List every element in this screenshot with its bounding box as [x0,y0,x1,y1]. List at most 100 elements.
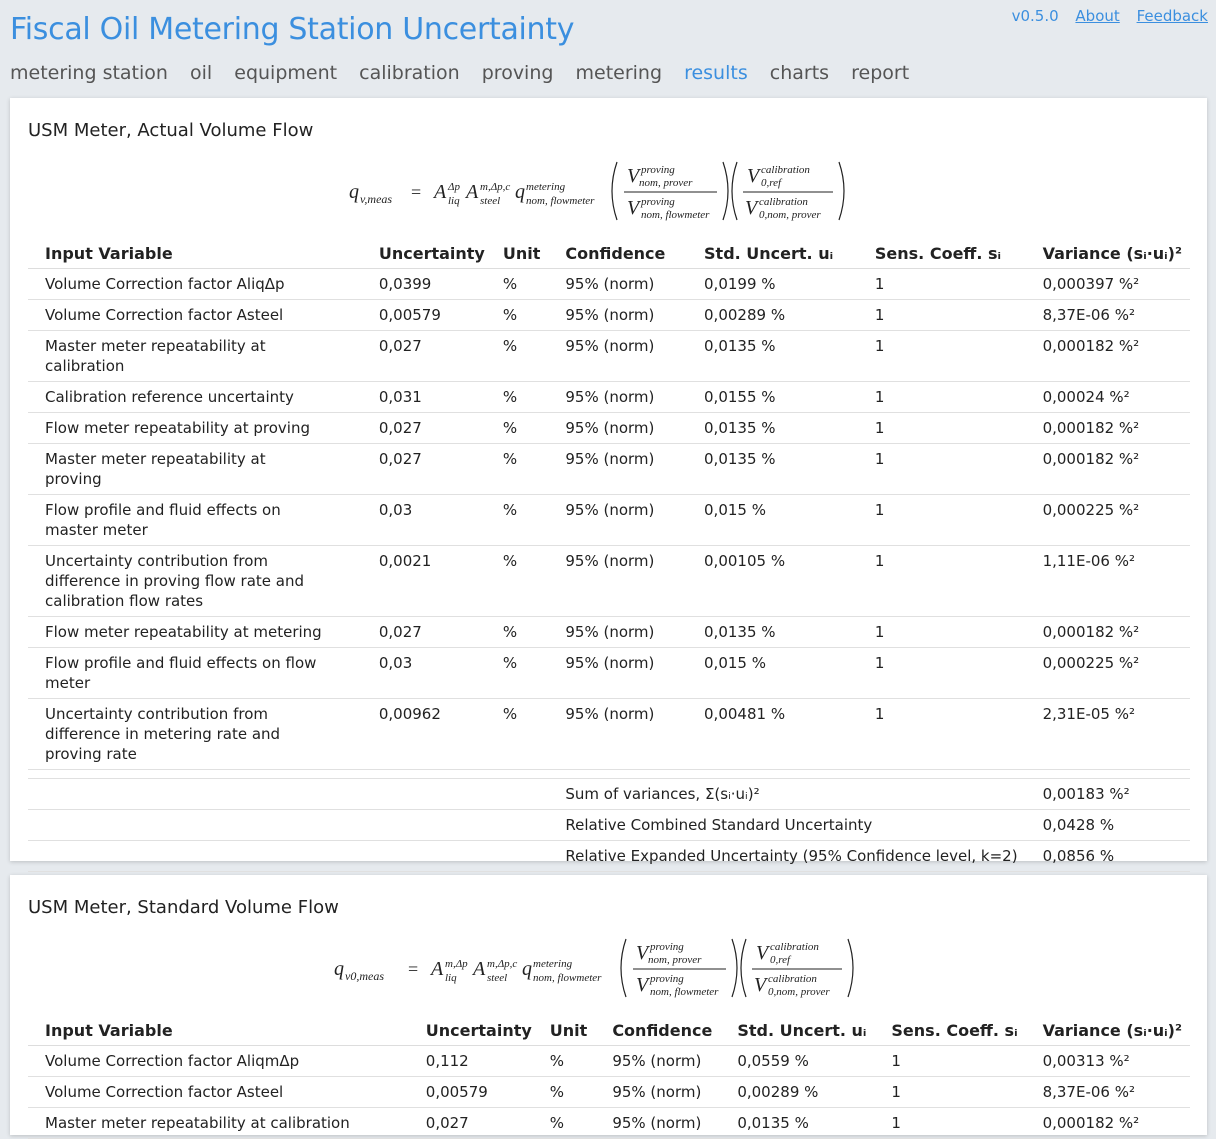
col-unit: Unit [539,1015,596,1046]
cell-uncertainty: 0,031 [361,381,493,413]
cell-sens-coeff: 1 [857,330,1026,382]
col-confidence: Confidence [548,238,688,269]
table-header-row: Input Variable Uncertainty Unit Confiden… [28,238,1190,269]
svg-text:0,ref: 0,ref [761,177,783,189]
cell-confidence: 95% (norm) [548,545,688,617]
svg-text:metering: metering [533,958,573,970]
table-row: Volume Correction factor AliqmΔp 0,112% 95… [28,1045,1190,1077]
cell-std-uncert: 0,015 % [687,494,858,546]
cell-unit: % [492,299,549,331]
cell-uncertainty: 0,027 [361,412,493,444]
svg-text:q: q [515,181,525,203]
svg-text:metering: metering [526,181,566,193]
cell-sens-coeff: 1 [857,412,1026,444]
svg-text:Δp: Δp [447,181,460,193]
col-unit: Unit [492,238,549,269]
cell-sens-coeff: 1 [874,1076,1026,1108]
summary-label: Relative Expanded Uncertainty (95% Confi… [548,840,1026,872]
nav-charts[interactable]: charts [770,62,829,84]
main-nav: metering station oil equipment calibrati… [10,62,925,84]
cell-uncertainty: 0,027 [361,443,493,495]
cell-input-variable: Flow profile and fluid effects on master… [28,494,362,546]
svg-text:proving: proving [649,973,684,985]
svg-text:calibration: calibration [770,941,819,953]
cell-input-variable: Flow meter repeatability at proving [28,412,362,444]
svg-text:=: = [411,182,421,202]
table-row: Master meter repeatability at proving 0,0… [28,443,1190,495]
svg-text:V: V [636,974,651,996]
col-std-uncert: Std. Uncert. uᵢ [687,238,858,269]
cell-input-variable: Calibration reference uncertainty [28,381,362,413]
cell-unit: % [492,494,549,546]
table-spacer [28,769,1190,779]
nav-results[interactable]: results [684,62,748,84]
nav-report[interactable]: report [851,62,909,84]
cell-confidence: 95% (norm) [595,1107,721,1139]
col-variance: Variance (sᵢ·uᵢ)² [1025,1015,1190,1046]
nav-oil[interactable]: oil [190,62,212,84]
cell-uncertainty: 0,027 [361,616,493,648]
cell-sens-coeff: 1 [857,381,1026,413]
about-link[interactable]: About [1075,7,1119,25]
col-uncertainty: Uncertainty [408,1015,540,1046]
nav-proving[interactable]: proving [482,62,554,84]
cell-input-variable: Master meter repeatability at proving [28,443,362,495]
cell-variance: 0,000182 %² [1025,1107,1190,1139]
top-links: v0.5.0 About Feedback [1000,7,1208,25]
col-sens-coeff: Sens. Coeff. sᵢ [874,1015,1026,1046]
svg-text:liq: liq [448,195,460,207]
summary-row: Relative Combined Standard Uncertainty 0,… [28,809,1190,841]
cell-input-variable: Volume Correction factor Asteel [28,299,362,331]
col-std-uncert: Std. Uncert. uᵢ [720,1015,875,1046]
cell-variance: 0,000397 %² [1025,268,1190,300]
cell-uncertainty: 0,0021 [361,545,493,617]
svg-text:m,Δp,c: m,Δp,c [487,958,517,970]
table-row: Volume Correction factor Asteel 0,00579% 9… [28,299,1190,331]
nav-metering-station[interactable]: metering station [10,62,168,84]
cell-sens-coeff: 1 [857,268,1026,300]
cell-sens-coeff: 1 [857,616,1026,648]
cell-confidence: 95% (norm) [548,494,688,546]
nav-metering[interactable]: metering [576,62,663,84]
nav-equipment[interactable]: equipment [234,62,337,84]
summary-row: Relative Expanded Uncertainty (95% Confi… [28,840,1190,872]
nav-calibration[interactable]: calibration [359,62,460,84]
summary-row: Sum of variances, Σ(sᵢ·uᵢ)² 0,00183 %² [28,778,1190,810]
cell-uncertainty: 0,027 [361,330,493,382]
cell-variance: 0,000225 %² [1025,494,1190,546]
table-row: Flow profile and fluid effects on master… [28,494,1190,546]
svg-text:proving: proving [649,941,684,953]
summary-label: Relative Combined Standard Uncertainty [548,809,1026,841]
cell-confidence: 95% (norm) [548,268,688,300]
cell-std-uncert: 0,015 % [687,647,858,699]
cell-sens-coeff: 1 [857,647,1026,699]
cell-confidence: 95% (norm) [548,647,688,699]
cell-uncertainty: 0,00962 [361,698,493,770]
cell-input-variable: Volume Correction factor AliqmΔp [28,1045,409,1077]
cell-uncertainty: 0,00579 [361,299,493,331]
svg-text:nom, flowmeter: nom, flowmeter [650,986,719,998]
cell-uncertainty: 0,00579 [408,1076,540,1108]
cell-confidence: 95% (norm) [548,616,688,648]
cell-input-variable: Master meter repeatability at calibratio… [28,1107,409,1139]
cell-variance: 0,000182 %² [1025,330,1190,382]
svg-text:m,Δp,c: m,Δp,c [480,181,510,193]
cell-std-uncert: 0,0135 % [687,412,858,444]
svg-text:q: q [522,958,532,980]
cell-uncertainty: 0,0399 [361,268,493,300]
cell-variance: 0,00024 %² [1025,381,1190,413]
uncertainty-table: Input Variable Uncertainty Unit Confiden… [28,238,1190,872]
cell-sens-coeff: 1 [857,443,1026,495]
col-uncertainty: Uncertainty [361,238,493,269]
svg-text:nom, flowmeter: nom, flowmeter [533,972,602,984]
cell-uncertainty: 0,027 [408,1107,540,1139]
cell-variance: 0,000225 %² [1025,647,1190,699]
cell-sens-coeff: 1 [857,494,1026,546]
cell-std-uncert: 0,0199 % [687,268,858,300]
cell-std-uncert: 0,0559 % [720,1045,875,1077]
svg-text:calibration: calibration [759,196,808,208]
svg-text:A: A [429,958,444,980]
cell-variance: 8,37E-06 %² [1025,1076,1190,1108]
svg-text:m,Δp: m,Δp [445,958,468,970]
feedback-link[interactable]: Feedback [1137,7,1208,25]
